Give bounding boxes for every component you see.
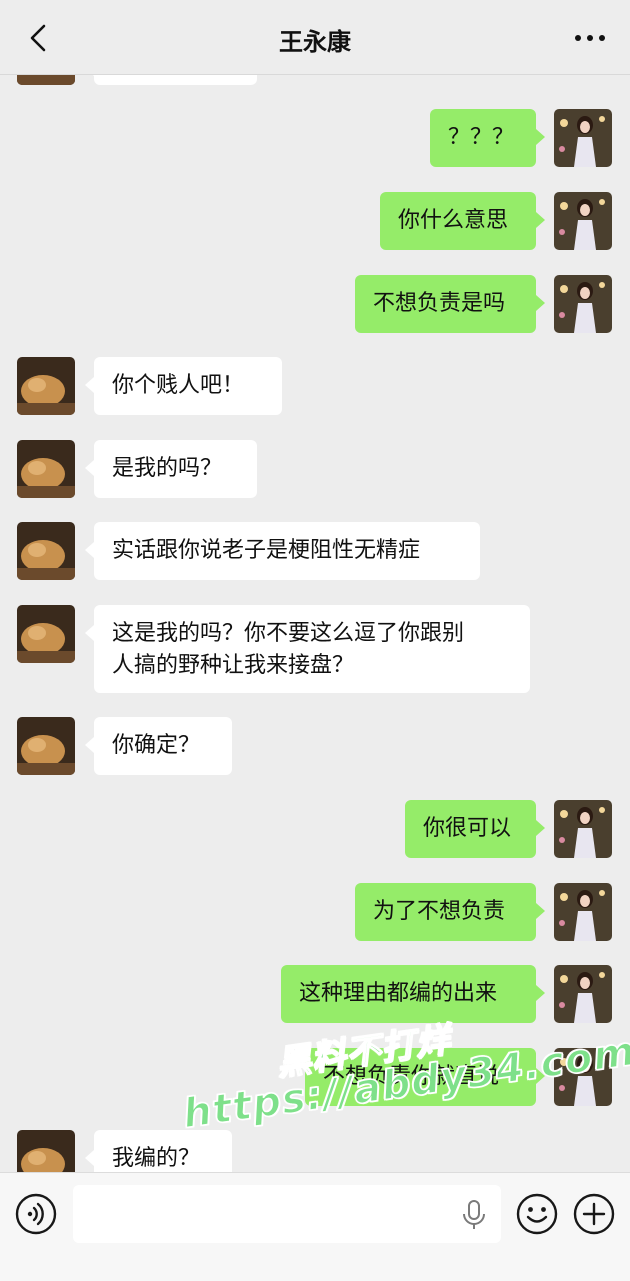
my-avatar[interactable] [554, 800, 612, 858]
voice-button[interactable] [15, 1193, 57, 1235]
input-bar [0, 1172, 630, 1281]
contact-avatar[interactable] [17, 357, 75, 415]
mic-icon[interactable] [460, 1199, 488, 1231]
contact-avatar[interactable] [17, 440, 75, 498]
message-bubble[interactable]: 这是我的吗？你不要这么逗了你跟别 人搞的野种让我来接盘？ [85, 605, 530, 693]
message-bubble[interactable]: 实话跟你说老子是梗阻性无精症 [85, 522, 480, 580]
message-bubble[interactable]: 是我的吗？ [85, 440, 257, 498]
message-bubble[interactable]: 你很可以 [405, 800, 545, 858]
plus-button[interactable] [573, 1193, 615, 1235]
my-avatar[interactable] [554, 192, 612, 250]
more-button[interactable] [572, 26, 608, 50]
message-bubble[interactable]: 我编的？ [85, 1130, 232, 1172]
contact-avatar[interactable] [17, 522, 75, 580]
message-bubble[interactable]: 这种理由都编的出来 [281, 965, 545, 1023]
message-bubble[interactable]: ？？？ [430, 109, 545, 167]
message-bubble[interactable]: 不想负责是吗 [355, 275, 545, 333]
contact-avatar[interactable] [17, 1130, 75, 1172]
message-bubble[interactable]: 你确定？ [85, 717, 232, 775]
emoji-icon [516, 1193, 558, 1235]
chat-header: 王永康 [0, 0, 630, 75]
more-dots-icon [575, 35, 605, 41]
message-input[interactable] [73, 1185, 501, 1243]
emoji-button[interactable] [516, 1193, 558, 1235]
my-avatar[interactable] [554, 883, 612, 941]
my-avatar[interactable] [554, 109, 612, 167]
chat-area[interactable]: ？？？ 你什么意思 不想负责是吗 你个贱人吧！ 是我的吗？ 实话跟你说老子是梗阻… [0, 0, 630, 1172]
voice-icon [15, 1193, 57, 1235]
my-avatar[interactable] [554, 1048, 612, 1106]
my-avatar[interactable] [554, 275, 612, 333]
my-avatar[interactable] [554, 965, 612, 1023]
message-bubble[interactable]: 为了不想负责 [355, 883, 545, 941]
message-bubble[interactable]: 你个贱人吧！ [85, 357, 282, 415]
plus-icon [573, 1193, 615, 1235]
contact-avatar[interactable] [17, 717, 75, 775]
message-bubble[interactable]: 你什么意思 [380, 192, 545, 250]
chat-title: 王永康 [279, 28, 351, 56]
message-bubble[interactable]: 不想负责你就直说 [305, 1048, 545, 1106]
contact-avatar[interactable] [17, 605, 75, 663]
